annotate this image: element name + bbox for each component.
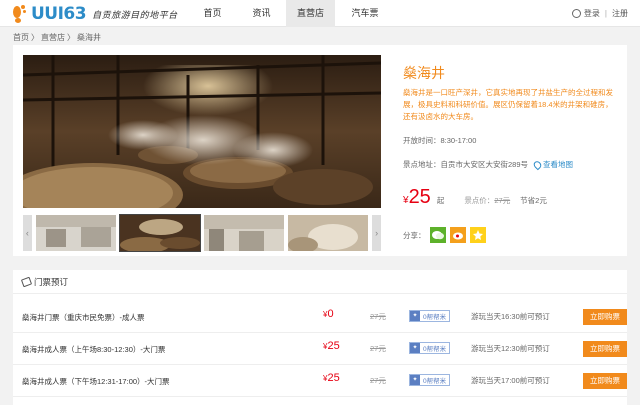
points-badge: ✦ 0帮帮米 [409,310,451,322]
main-photo[interactable] [23,55,381,208]
booking-note: 游玩当天16:30前可预订 [471,312,550,321]
thumbnail[interactable] [118,214,202,252]
opening-hours: 开放时间：8:30-17:00 [403,135,476,146]
auth-separator: | [604,9,607,18]
login-link[interactable]: 登录 [584,8,600,19]
register-link[interactable]: 注册 [612,8,628,19]
buy-now-button[interactable]: 立即购票 [583,341,627,357]
view-map-link[interactable]: 查看地图 [532,159,574,170]
booking-note: 游玩当天17:00前可预订 [471,376,550,385]
points-badge: ✦ 0帮帮米 [409,342,451,354]
thumbnail[interactable] [288,215,369,251]
scenic-card: ‹ › 燊海井 燊海井是一口旺产深井，它真实地再现了井盐生产的全过程和发展，极具… [13,45,627,256]
points-badge: ✦ 0帮帮米 [409,374,451,386]
savings-label: 节省 [520,196,536,205]
breadcrumb-separator: 〉 [31,33,39,42]
table-row: 燊海井成人票（上午场8:30-12:30）-大门票 ¥25 27元 ✦ 0帮帮米 … [13,333,627,365]
price-value: 25 [408,186,431,208]
table-row: 燊海井成人票（下午场12:31-17:00）-大门票 ¥25 27元 ✦ 0帮帮米… [13,365,627,397]
gift-icon: ✦ [410,311,420,321]
ticket-price: ¥0 [323,308,334,320]
ticket-original-price: 27元 [370,312,386,321]
scenic-address: 景点地址： 自贡市大安区大安街289号 查看地图 [403,159,573,170]
thumbnail-strip: ‹ › [23,214,381,252]
wechat-icon[interactable] [429,227,446,243]
site-logo[interactable]: UUI63 自贡旅游目的地平台 [12,3,178,25]
auth-links: 登录 | 注册 [571,0,628,27]
hours-label: 开放时间： [403,136,441,145]
main-nav: 首页 资讯 直营店 汽车票 [188,0,395,27]
nav-direct-store[interactable]: 直营店 [286,0,335,27]
gift-icon: ✦ [410,343,420,353]
breadcrumb-separator: 〉 [67,33,75,42]
ticket-price: ¥25 [323,372,340,384]
breadcrumb-home[interactable]: 首页 [13,32,29,43]
breadcrumb-current: 燊海井 [77,33,101,42]
thumbnail[interactable] [35,215,116,251]
scenic-description: 燊海井是一口旺产深井，它真实地再现了井盐生产的全过程和发展，极具史料和科研价值。… [403,88,613,121]
savings-value: 2元 [535,196,547,205]
table-row: 燊海井门票（重庆市民免票）-成人票 ¥0 27元 ✦ 0帮帮米 游玩当天16:30… [13,301,627,333]
original-price-value: 27元 [494,196,511,205]
ticket-section: 门票预订 燊海井门票（重庆市民免票）-成人票 ¥0 27元 ✦ 0帮帮米 游玩当天… [13,270,627,405]
booking-note: 游玩当天12:30前可预订 [471,344,550,353]
arrow-left-icon[interactable]: ‹ [23,215,32,251]
logo-slogan: 自贡旅游目的地平台 [92,10,178,21]
logo-icon [12,4,28,24]
points-badge-text: 0帮帮米 [423,346,447,353]
original-price-label: 景点价： [464,196,495,205]
user-icon [571,9,581,18]
qzone-icon[interactable] [469,227,486,243]
price-row: ¥ 25 起 景点价：27元 节省2元 [403,186,547,209]
ticket-section-title: 门票预订 [34,276,69,287]
breadcrumb-direct-store[interactable]: 直营店 [41,32,65,43]
nav-bus-tickets[interactable]: 汽车票 [335,0,395,27]
savings: 节省2元 [520,195,547,206]
address-value: 自贡市大安区大安街289号 [440,160,529,169]
ticket-name[interactable]: 燊海井成人票（上午场8:30-12:30）-大门票 [22,344,165,355]
share-label: 分享： [403,230,426,240]
address-label: 景点地址： [403,160,441,169]
ticket-price-value: 0 [327,308,334,320]
ticket-section-header: 门票预订 [13,270,627,294]
map-pin-icon [532,159,543,170]
breadcrumb: 首页 〉 直营店 〉 燊海井 [13,32,101,43]
scenic-title: 燊海井 [403,65,445,81]
ticket-price: ¥25 [323,340,340,352]
ticket-original-price: 27元 [370,376,386,385]
points-badge-text: 0帮帮米 [423,314,447,321]
buy-now-button[interactable]: 立即购票 [583,373,627,389]
weibo-icon[interactable] [449,227,466,243]
points-badge-text: 0帮帮米 [423,378,447,385]
nav-home[interactable]: 首页 [188,0,237,27]
ticket-original-price: 27元 [370,344,386,353]
arrow-right-icon[interactable]: › [372,215,381,251]
gift-icon: ✦ [410,375,420,385]
ticket-icon [20,276,33,287]
ticket-name[interactable]: 燊海井成人票（下午场12:31-17:00）-大门票 [22,376,170,387]
logo-text: UUI63 [31,4,87,24]
original-price: 景点价：27元 [464,195,510,206]
nav-news[interactable]: 资讯 [237,0,286,27]
thumbnail[interactable] [204,215,285,251]
share-bar: 分享： [403,227,486,243]
buy-now-button[interactable]: 立即购票 [583,309,627,325]
ticket-price-value: 25 [327,372,340,384]
hours-value: 8:30-17:00 [440,136,477,145]
top-bar: UUI63 自贡旅游目的地平台 首页 资讯 直营店 汽车票 登录 | 注册 [0,0,640,27]
price-unit: 起 [436,196,445,205]
view-map-label: 查看地图 [543,160,574,169]
ticket-name[interactable]: 燊海井门票（重庆市民免票）-成人票 [22,312,145,323]
ticket-price-value: 25 [327,340,340,352]
